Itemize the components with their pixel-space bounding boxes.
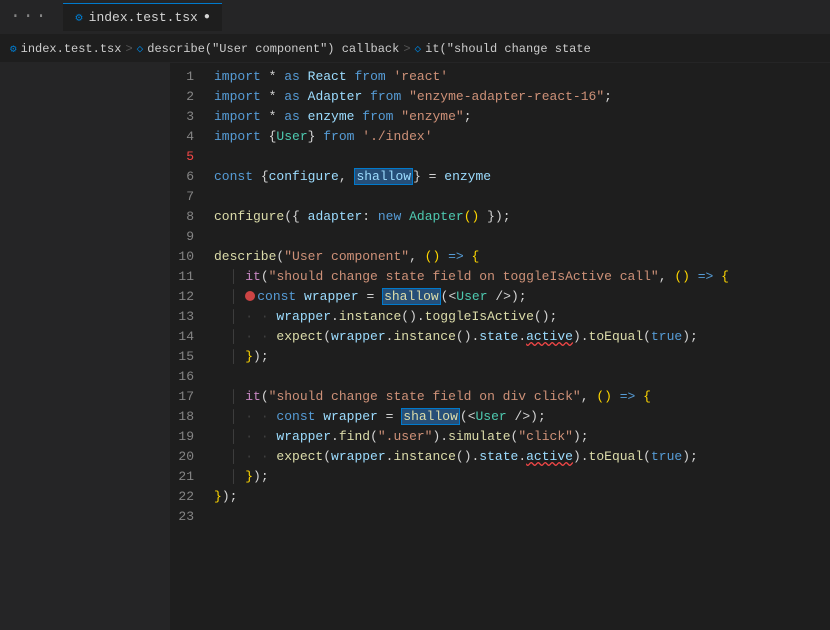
line-code: import * as Adapter from "enzyme-adapter…: [210, 87, 830, 107]
line-19: 19 │ · · wrapper.find(".user").simulate(…: [170, 427, 830, 447]
line-number: 20: [170, 447, 210, 467]
line-code: │ · · expect(wrapper.instance().state.ac…: [210, 327, 830, 347]
line-code: const {configure, shallow} = enzyme: [210, 167, 830, 187]
line-20: 20 │ · · expect(wrapper.instance().state…: [170, 447, 830, 467]
tab-filename: index.test.tsx: [89, 10, 198, 25]
unsaved-dot: ●: [204, 12, 210, 23]
line-code: │ · · wrapper.instance().toggleIsActive(…: [210, 307, 830, 327]
line-12: 12 │ const wrapper = shallow(<User />);: [170, 287, 830, 307]
line-15: 15 │ });: [170, 347, 830, 367]
line-number: 14: [170, 327, 210, 347]
line-number: 9: [170, 227, 210, 247]
breadcrumb-sep2: >: [403, 42, 410, 56]
line-21: 21 │ });: [170, 467, 830, 487]
line-code: │ });: [210, 347, 830, 367]
breadcrumb-sep1: >: [125, 42, 132, 56]
line-1: 1 import * as React from 'react': [170, 67, 830, 87]
line-code: │ const wrapper = shallow(<User />);: [210, 287, 830, 307]
line-number: 10: [170, 247, 210, 267]
line-6: 6 const {configure, shallow} = enzyme: [170, 167, 830, 187]
line-number: 15: [170, 347, 210, 367]
line-number: 3: [170, 107, 210, 127]
line-13: 13 │ · · wrapper.instance().toggleIsActi…: [170, 307, 830, 327]
line-18: 18 │ · · const wrapper = shallow(<User /…: [170, 407, 830, 427]
file-type-icon: ⚙: [75, 10, 82, 25]
breadcrumb-it[interactable]: it("should change state: [425, 42, 591, 56]
line-code: │ it("should change state field on div c…: [210, 387, 830, 407]
line-code: │ it("should change state field on toggl…: [210, 267, 830, 287]
breadcrumb-file[interactable]: index.test.tsx: [21, 42, 122, 56]
editor-container: 1 import * as React from 'react' 2 impor…: [0, 63, 830, 630]
line-number: 12: [170, 287, 210, 307]
line-number: 5: [170, 147, 210, 167]
title-bar: ··· ⚙ index.test.tsx ●: [0, 0, 830, 35]
code-editor[interactable]: 1 import * as React from 'react' 2 impor…: [170, 63, 830, 630]
line-code: │ · · wrapper.find(".user").simulate("cl…: [210, 427, 830, 447]
line-number: 8: [170, 207, 210, 227]
sidebar-gutter: [0, 63, 170, 630]
line-17: 17 │ it("should change state field on di…: [170, 387, 830, 407]
line-number: 22: [170, 487, 210, 507]
line-number: 4: [170, 127, 210, 147]
line-code: │ · · expect(wrapper.instance().state.ac…: [210, 447, 830, 467]
line-code: │ });: [210, 467, 830, 487]
line-code: import * as React from 'react': [210, 67, 830, 87]
line-5: 5: [170, 147, 830, 167]
line-code: import {User} from './index': [210, 127, 830, 147]
line-8: 8 configure({ adapter: new Adapter() });: [170, 207, 830, 227]
breadcrumb-file-icon: ⚙: [10, 42, 17, 56]
line-number: 17: [170, 387, 210, 407]
line-7: 7: [170, 187, 830, 207]
breadcrumb-cb-icon: ◇: [137, 42, 144, 56]
line-code: configure({ adapter: new Adapter() });: [210, 207, 830, 227]
line-number: 13: [170, 307, 210, 327]
line-code: describe("User component", () => {: [210, 247, 830, 267]
line-9: 9: [170, 227, 830, 247]
breadcrumb-it-icon: ◇: [415, 42, 422, 56]
line-number: 21: [170, 467, 210, 487]
window-controls[interactable]: ···: [10, 7, 48, 27]
line-number: 1: [170, 67, 210, 87]
line-number: 16: [170, 367, 210, 387]
line-number: 19: [170, 427, 210, 447]
line-code: import * as enzyme from "enzyme";: [210, 107, 830, 127]
line-2: 2 import * as Adapter from "enzyme-adapt…: [170, 87, 830, 107]
line-number: 2: [170, 87, 210, 107]
line-number: 6: [170, 167, 210, 187]
line-code: });: [210, 487, 830, 507]
breadcrumb-describe[interactable]: describe("User component") callback: [147, 42, 399, 56]
line-14: 14 │ · · expect(wrapper.instance().state…: [170, 327, 830, 347]
breadcrumb: ⚙ index.test.tsx > ◇ describe("User comp…: [0, 35, 830, 63]
line-11: 11 │ it("should change state field on to…: [170, 267, 830, 287]
line-10: 10 describe("User component", () => {: [170, 247, 830, 267]
line-number: 11: [170, 267, 210, 287]
line-16: 16: [170, 367, 830, 387]
line-22: 22 });: [170, 487, 830, 507]
editor-tab[interactable]: ⚙ index.test.tsx ●: [63, 3, 221, 31]
line-23: 23: [170, 507, 830, 527]
line-number: 18: [170, 407, 210, 427]
line-number: 7: [170, 187, 210, 207]
line-3: 3 import * as enzyme from "enzyme";: [170, 107, 830, 127]
line-code: │ · · const wrapper = shallow(<User />);: [210, 407, 830, 427]
line-number: 23: [170, 507, 210, 527]
line-4: 4 import {User} from './index': [170, 127, 830, 147]
